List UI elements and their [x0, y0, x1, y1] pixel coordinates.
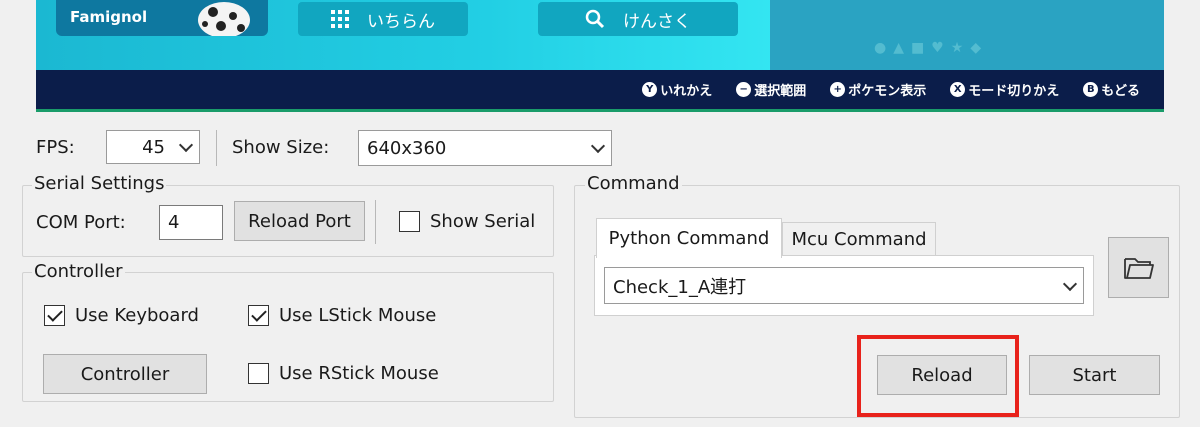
show-serial-label: Show Serial — [430, 211, 536, 232]
show-serial-box[interactable] — [399, 211, 420, 232]
minus-button-icon: − — [736, 82, 752, 97]
toolbar-divider — [216, 130, 217, 166]
use-rstick-mouse-checkbox[interactable]: Use RStick Mouse — [248, 363, 439, 384]
hint-back: B もどる — [1083, 80, 1140, 99]
use-lstick-mouse-box[interactable] — [248, 305, 269, 326]
square-icon: ■ — [911, 40, 925, 56]
controller-button[interactable]: Controller — [43, 354, 207, 394]
use-rstick-mouse-label: Use RStick Mouse — [279, 363, 439, 384]
game-title: Famignol — [70, 8, 148, 26]
grid-icon — [331, 10, 349, 28]
controller-title: Controller — [32, 261, 125, 282]
triangle-icon: ▲ — [893, 40, 904, 56]
reload-port-button[interactable]: Reload Port — [234, 201, 365, 241]
com-port-label: COM Port: — [36, 212, 126, 233]
controller-button-label: Controller — [80, 363, 170, 385]
start-button[interactable]: Start — [1029, 355, 1160, 395]
tab-python-command[interactable]: Python Command — [596, 218, 782, 258]
com-port-value: 4 — [168, 212, 180, 233]
fps-label: FPS: — [36, 137, 75, 158]
y-button-icon: Y — [642, 82, 658, 97]
x-button-icon: X — [950, 82, 966, 97]
serial-settings-title: Serial Settings — [32, 173, 167, 194]
com-port-input[interactable]: 4 — [159, 205, 223, 240]
search-icon — [585, 9, 605, 29]
command-select-value: Check_1_A連打 — [613, 276, 747, 298]
highlight-annotation — [857, 335, 1019, 417]
show-size-label: Show Size: — [232, 137, 330, 158]
start-button-label: Start — [1072, 364, 1117, 386]
chevron-down-icon — [1062, 276, 1078, 291]
use-lstick-mouse-checkbox[interactable]: Use LStick Mouse — [248, 305, 436, 326]
hint-mode-switch: X モード切りかえ — [950, 80, 1059, 99]
show-serial-checkbox[interactable]: Show Serial — [399, 211, 535, 232]
game-preview: Famignol いちらん けんさく ● ▲ ■ ♥ ★ ◆ Y いれかえ − … — [0, 0, 1200, 116]
reload-port-label: Reload Port — [248, 210, 351, 232]
show-size-select[interactable]: 640x360 — [358, 130, 612, 166]
hint-label: いれかえ — [660, 84, 713, 99]
diamond-icon: ◆ — [970, 40, 982, 56]
b-button-icon: B — [1083, 82, 1099, 97]
plus-button-icon: + — [830, 82, 846, 97]
mascot-icon — [198, 2, 250, 36]
hint-label: 選択範囲 — [754, 84, 807, 99]
use-keyboard-box[interactable] — [44, 305, 65, 326]
use-rstick-mouse-box[interactable] — [248, 363, 269, 384]
open-folder-button[interactable] — [1108, 237, 1169, 298]
fps-value: 45 — [142, 136, 165, 158]
serial-divider — [375, 200, 376, 244]
search-button-label: けんさく — [623, 11, 691, 32]
chevron-down-icon — [178, 137, 194, 153]
command-title: Command — [585, 173, 682, 194]
command-select[interactable]: Check_1_A連打 — [604, 267, 1084, 304]
folder-icon — [1123, 257, 1154, 279]
heart-icon: ♥ — [931, 40, 944, 56]
tab-mcu-command[interactable]: Mcu Command — [782, 222, 936, 256]
tab-mcu-command-label: Mcu Command — [791, 228, 927, 250]
use-keyboard-checkbox[interactable]: Use Keyboard — [44, 305, 199, 326]
hint-label: モード切りかえ — [968, 84, 1060, 99]
hint-select-range: − 選択範囲 — [736, 80, 806, 99]
capture-screen: Famignol いちらん けんさく ● ▲ ■ ♥ ★ ◆ Y いれかえ − … — [36, 0, 1164, 112]
list-button-label: いちらん — [367, 11, 435, 32]
hint-show-pokemon: + ポケモン表示 — [830, 80, 926, 99]
button-hints: Y いれかえ − 選択範囲 + ポケモン表示 X モード切りかえ B もどる — [642, 80, 1140, 99]
chevron-down-icon — [590, 138, 606, 154]
use-lstick-mouse-label: Use LStick Mouse — [279, 305, 437, 326]
hint-swap: Y いれかえ — [642, 80, 712, 99]
star-icon: ★ — [950, 40, 964, 56]
tab-python-command-label: Python Command — [608, 228, 770, 249]
circle-icon: ● — [874, 40, 887, 56]
search-button[interactable]: けんさく — [538, 2, 738, 36]
hint-label: もどる — [1101, 84, 1140, 99]
use-keyboard-label: Use Keyboard — [75, 305, 199, 326]
fps-select[interactable]: 45 — [106, 130, 200, 164]
shape-filter-icons: ● ▲ ■ ♥ ★ ◆ — [874, 40, 981, 60]
hint-label: ポケモン表示 — [848, 84, 927, 99]
show-size-value: 640x360 — [367, 137, 447, 159]
list-button[interactable]: いちらん — [298, 2, 468, 36]
